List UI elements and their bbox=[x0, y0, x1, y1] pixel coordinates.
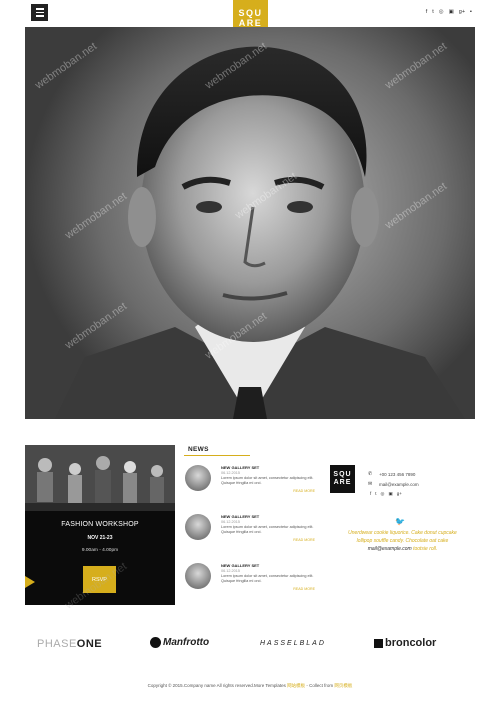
contact-email: ✉ mail@example.com bbox=[368, 481, 419, 487]
twitter-icon[interactable]: t bbox=[375, 491, 376, 497]
read-more-link[interactable]: READ MORE bbox=[293, 489, 315, 493]
broncolor-mark-icon bbox=[374, 638, 383, 648]
facebook-icon[interactable]: f bbox=[426, 8, 428, 16]
templates-link[interactable]: 网站模板 bbox=[287, 683, 305, 688]
workshop-card: FASHION WORKSHOP NOV 21-23 9.00am - 4.00… bbox=[25, 445, 175, 605]
footer-logo[interactable]: SQU ARE bbox=[330, 465, 355, 493]
news-thumbnail[interactable] bbox=[185, 563, 211, 589]
brand-logos: PHASEONE Manfrotto HASSELBLAD broncolor bbox=[0, 632, 500, 656]
tweet-end: tootsie roll. bbox=[413, 546, 438, 552]
phone-number: +00 123 456 7890 bbox=[379, 471, 416, 477]
footer-logo-line-1: SQU bbox=[333, 471, 352, 478]
news-item: NEW GALLERY SET 06.12.2015 Lorem ipsum d… bbox=[185, 514, 315, 544]
rss-icon[interactable]: ▪ bbox=[470, 8, 472, 16]
corner-accent-icon bbox=[25, 576, 35, 588]
facebook-icon[interactable]: f bbox=[370, 491, 371, 497]
news-title[interactable]: NEW GALLERY SET bbox=[221, 514, 259, 519]
workshop-date: NOV 21-23 bbox=[87, 535, 113, 541]
manfrotto-mark-icon bbox=[150, 637, 161, 648]
manfrotto-logo[interactable]: Manfrotto bbox=[150, 637, 209, 648]
twitter-bird-icon: 🐦 bbox=[395, 517, 405, 526]
news-date: 06.12.2015 bbox=[221, 520, 241, 524]
tweet-body: Unerdwear cookie liquorice. Cake donut c… bbox=[348, 530, 457, 544]
manfrotto-word: Manfrotto bbox=[163, 637, 210, 649]
menu-button[interactable] bbox=[31, 4, 48, 21]
news-excerpt: Lorem ipsum dolor sit amet, consectetur … bbox=[221, 525, 314, 534]
news-title[interactable]: NEW GALLERY SET bbox=[221, 465, 259, 470]
camera-icon[interactable]: ▣ bbox=[449, 8, 454, 16]
rsvp-button[interactable]: RSVP bbox=[83, 566, 116, 593]
broncolor-word: broncolor bbox=[385, 637, 437, 649]
footer-logo-line-2: ARE bbox=[333, 479, 352, 486]
webpage-templates-link[interactable]: 网页模板 bbox=[334, 683, 352, 688]
tweet-text: Unerdwear cookie liquorice. Cake donut c… bbox=[345, 529, 460, 553]
email-address[interactable]: mail@example.com bbox=[379, 482, 419, 487]
collect-from-text: - Collect from bbox=[305, 683, 335, 688]
copyright-text: Copyright © 2015.Company name All rights… bbox=[147, 683, 288, 688]
news-thumbnail[interactable] bbox=[185, 465, 211, 491]
camera-icon[interactable]: ▣ bbox=[388, 491, 392, 497]
instagram-icon[interactable]: ◎ bbox=[439, 8, 444, 16]
news-heading: NEWS bbox=[188, 446, 209, 453]
phaseone-word-1: PHASE bbox=[37, 638, 77, 650]
news-date: 06.12.2015 bbox=[221, 471, 241, 475]
news-thumbnail[interactable] bbox=[185, 514, 211, 540]
news-item: NEW GALLERY SET 06.12.2015 Lorem ipsum d… bbox=[185, 465, 315, 495]
read-more-link[interactable]: READ MORE bbox=[293, 538, 315, 542]
workshop-title: FASHION WORKSHOP bbox=[61, 521, 139, 528]
copyright-footer: Copyright © 2015.Company name All rights… bbox=[0, 683, 500, 689]
news-heading-underline bbox=[184, 455, 250, 456]
logo-line-2: ARE bbox=[238, 17, 263, 28]
workshop-time: 9.00am - 4.00pm bbox=[81, 548, 119, 553]
tweet-mail-link[interactable]: mail@example.com bbox=[368, 546, 412, 552]
news-excerpt: Lorem ipsum dolor sit amet, consectetur … bbox=[221, 476, 314, 485]
logo-line-1: SQU bbox=[238, 7, 263, 18]
news-excerpt: Lorem ipsum dolor sit amet, consectetur … bbox=[221, 574, 314, 583]
header-social-links: f t ◎ ▣ g+ ▪ bbox=[426, 8, 472, 16]
news-title[interactable]: NEW GALLERY SET bbox=[221, 563, 259, 568]
news-item: NEW GALLERY SET 06.12.2015 Lorem ipsum d… bbox=[185, 563, 315, 593]
google-plus-icon[interactable]: g+ bbox=[459, 8, 465, 16]
read-more-link[interactable]: READ MORE bbox=[293, 587, 315, 591]
portrait-illustration bbox=[55, 46, 465, 419]
broncolor-logo[interactable]: broncolor bbox=[374, 637, 436, 649]
phone-icon: ✆ bbox=[368, 471, 373, 477]
news-date: 06.12.2015 bbox=[221, 569, 241, 573]
contact-phone: ✆ +00 123 456 7890 bbox=[368, 471, 415, 477]
phaseone-word-2: ONE bbox=[76, 638, 103, 650]
crowd-illustration bbox=[25, 445, 175, 511]
hasselblad-logo[interactable]: HASSELBLAD bbox=[260, 640, 326, 647]
hamburger-icon bbox=[35, 8, 44, 10]
instagram-icon[interactable]: ◎ bbox=[381, 491, 385, 497]
mail-icon: ✉ bbox=[368, 481, 373, 487]
google-plus-icon[interactable]: g+ bbox=[397, 491, 402, 497]
phaseone-logo[interactable]: PHASEONE bbox=[37, 638, 102, 650]
workshop-photo bbox=[25, 445, 175, 511]
contact-social-links: f t ◎ ▣ g+ bbox=[370, 491, 402, 497]
twitter-icon[interactable]: t bbox=[432, 8, 434, 16]
hero-portrait-image bbox=[25, 27, 475, 419]
